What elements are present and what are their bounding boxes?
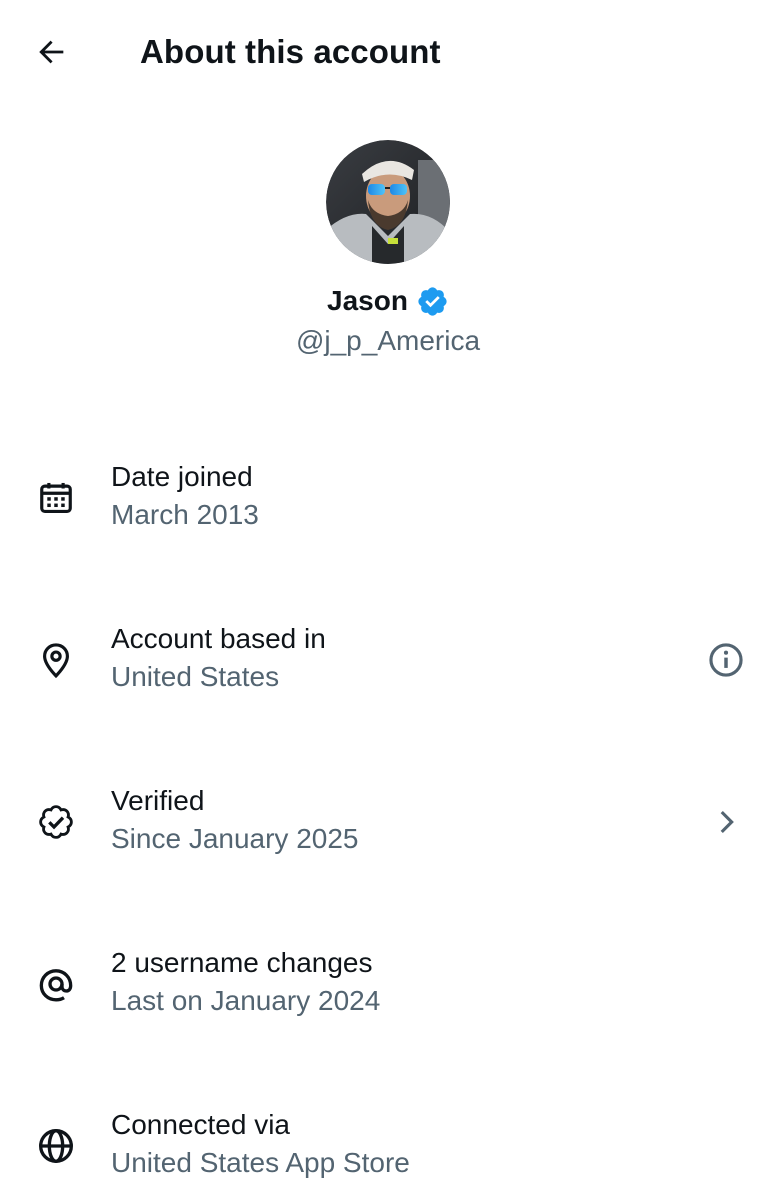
header-bar: About this account	[0, 0, 776, 104]
row-account-based-in: Account based in United States	[0, 620, 776, 706]
page-title: About this account	[140, 33, 441, 70]
display-name: Jason	[327, 285, 408, 316]
calendar-icon	[34, 476, 78, 520]
row-date-joined: Date joined March 2013	[0, 458, 776, 544]
row-title: Verified	[111, 785, 205, 816]
row-text: 2 username changes Last on January 2024	[111, 944, 380, 1020]
profile-summary: Jason @j_p_America	[0, 140, 776, 361]
arrow-left-icon	[39, 40, 64, 64]
row-verified[interactable]: Verified Since January 2025	[0, 782, 776, 868]
row-subtitle: United States	[111, 661, 280, 692]
row-title: Account based in	[111, 623, 326, 654]
row-subtitle: United States App Store	[111, 1147, 410, 1178]
chevron-button[interactable]	[704, 800, 748, 844]
row-username-changes: 2 username changes Last on January 2024	[0, 944, 776, 1030]
row-text: Verified Since January 2025	[111, 782, 359, 858]
verified-badge-icon[interactable]	[416, 285, 449, 318]
back-button[interactable]	[30, 30, 74, 74]
row-text: Connected via United States App Store	[111, 1106, 410, 1182]
chevron-right-icon	[720, 810, 734, 834]
verified-outline-icon	[34, 800, 78, 844]
row-text: Account based in United States	[111, 620, 326, 696]
at-sign-icon	[34, 962, 78, 1006]
row-title: Connected via	[111, 1109, 291, 1140]
row-title: Date joined	[111, 461, 253, 492]
name-row: Jason	[0, 281, 776, 321]
avatar[interactable]	[326, 140, 450, 264]
info-button[interactable]	[704, 638, 748, 682]
row-text: Date joined March 2013	[111, 458, 259, 534]
row-connected-via: Connected via United States App Store	[0, 1106, 776, 1192]
row-subtitle: March 2013	[111, 499, 259, 530]
row-subtitle: Last on January 2024	[111, 985, 381, 1016]
row-subtitle: Since January 2025	[111, 823, 359, 854]
info-icon	[709, 643, 743, 677]
row-title: 2 username changes	[111, 947, 373, 978]
username-handle: @j_p_America	[295, 325, 481, 356]
globe-icon	[34, 1124, 78, 1168]
location-pin-icon	[34, 638, 78, 682]
